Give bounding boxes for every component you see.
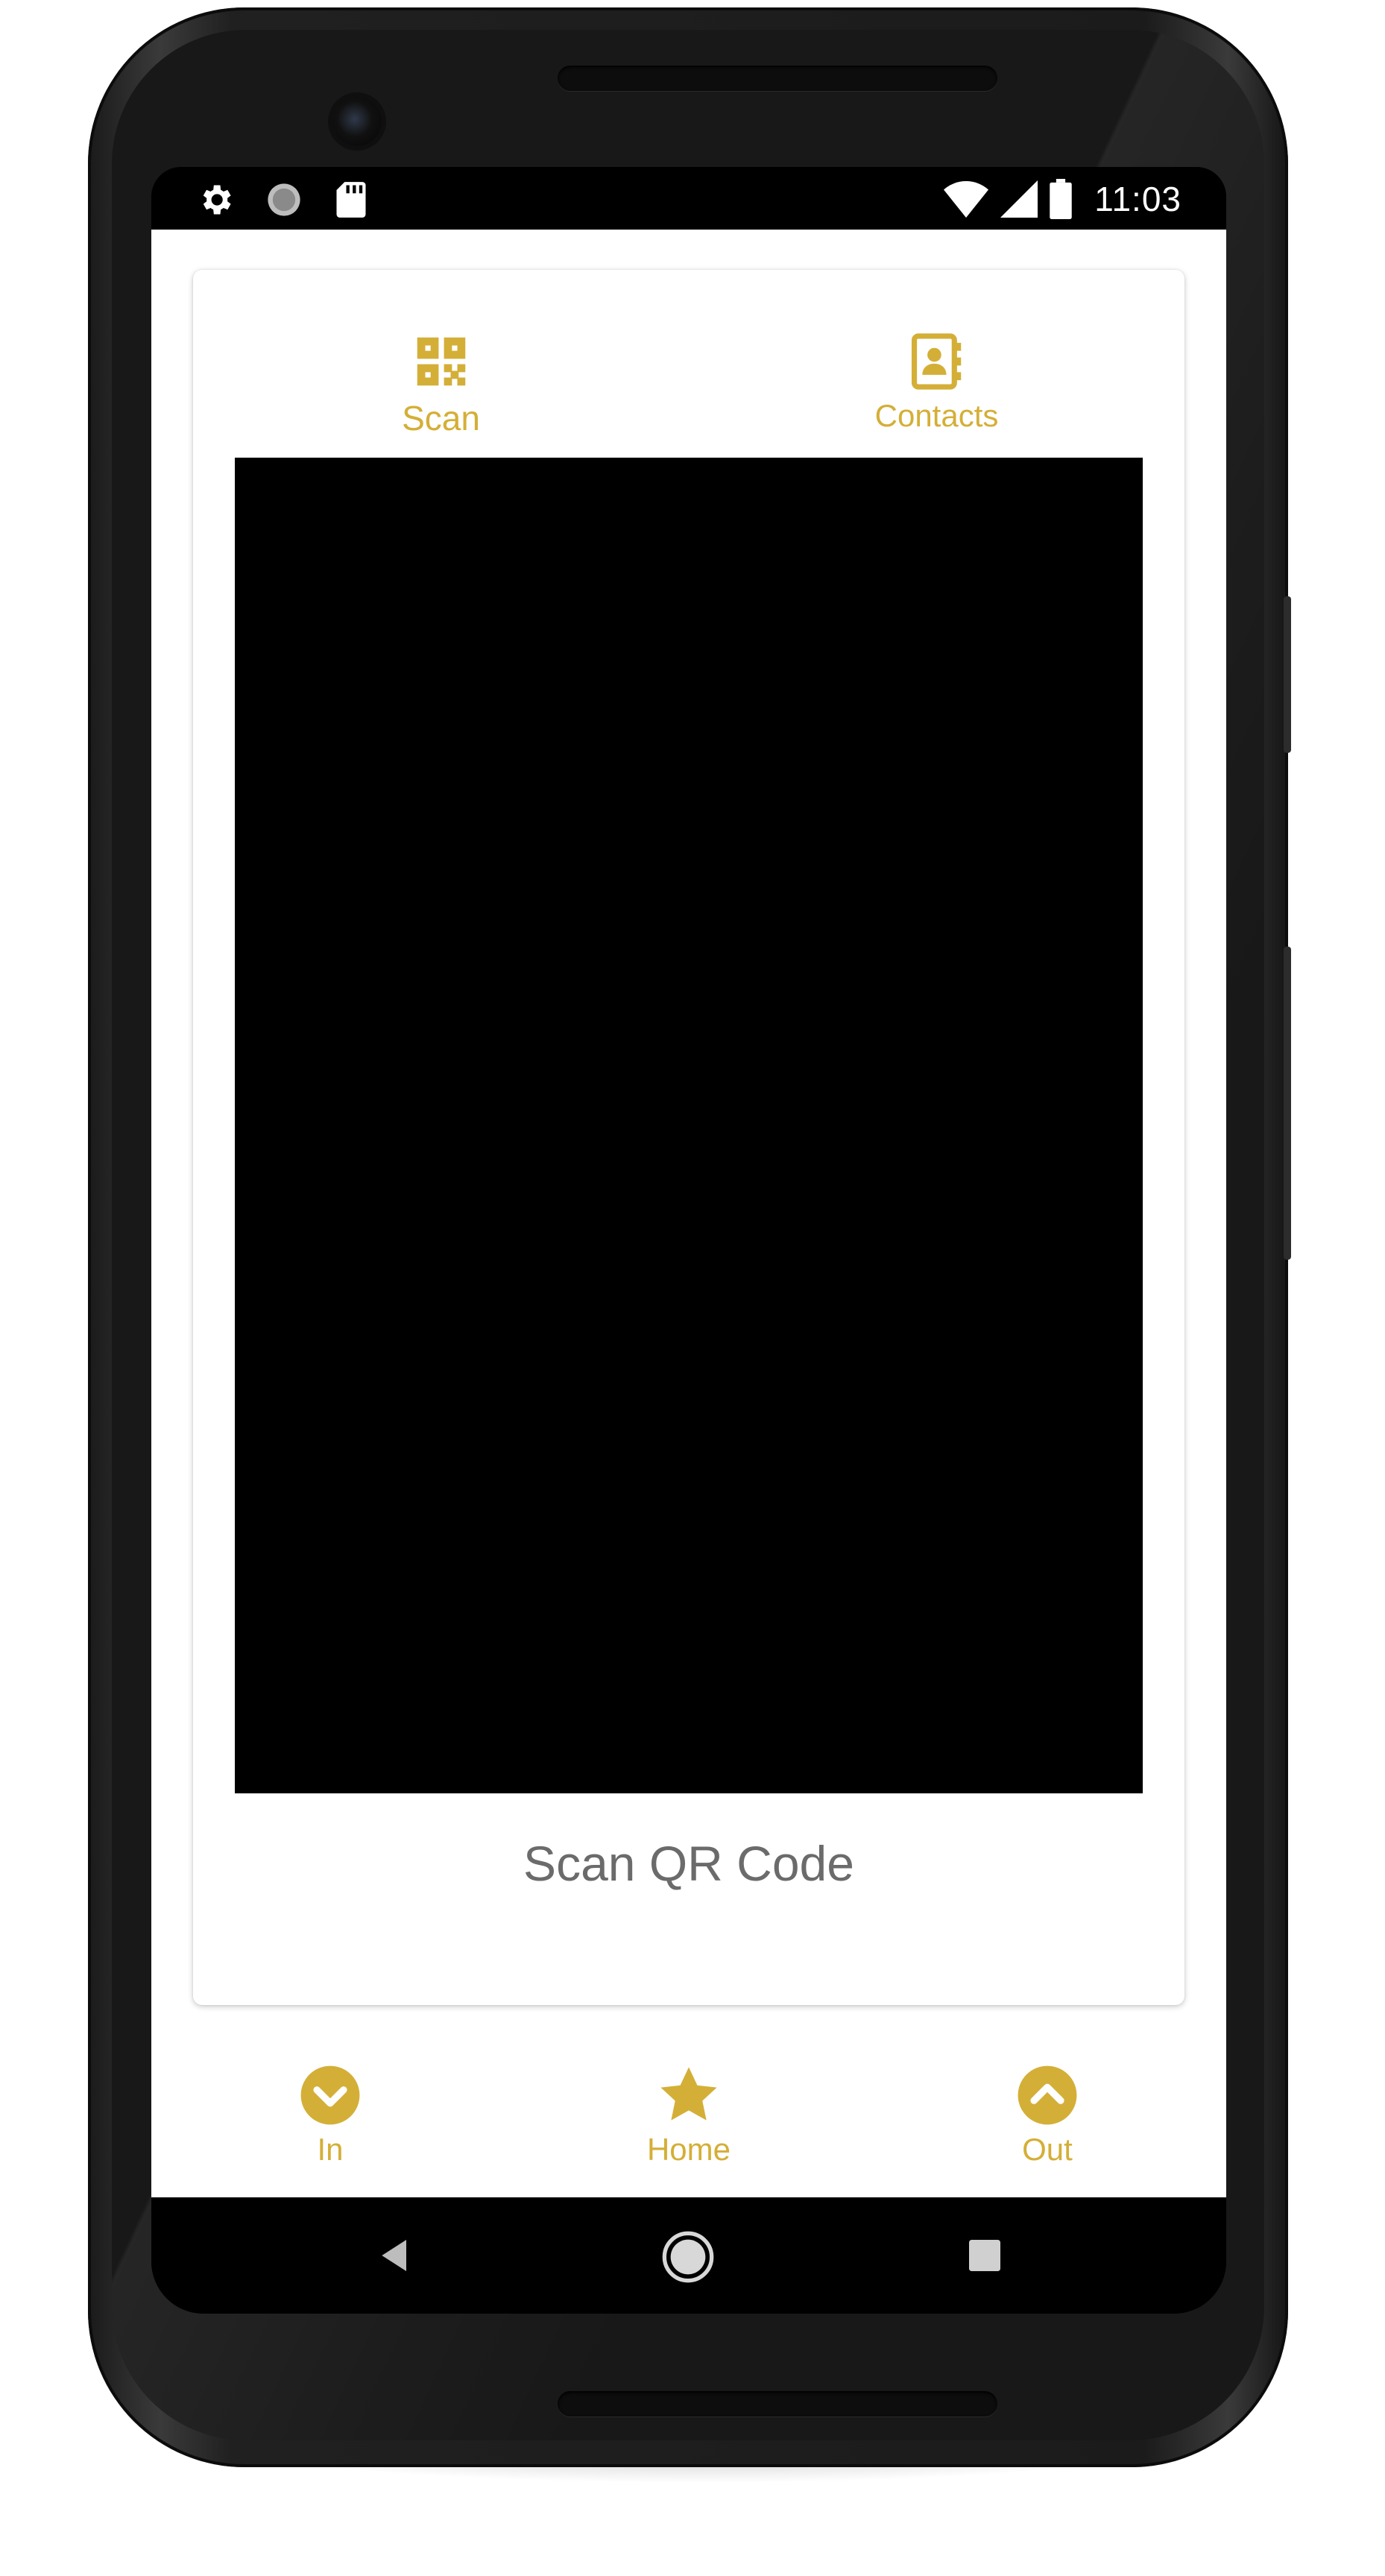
app-content: Scan Contacts Scan QR Code In Home Out bbox=[151, 230, 1226, 2197]
star-icon bbox=[660, 2067, 717, 2121]
nav-out-label: Out bbox=[1022, 2132, 1073, 2167]
tab-scan[interactable]: Scan bbox=[193, 270, 689, 458]
status-time: 11:03 bbox=[1094, 180, 1181, 218]
back-icon[interactable] bbox=[375, 2235, 417, 2276]
battery-icon bbox=[1050, 179, 1073, 219]
bottom-navigation: In Home Out bbox=[151, 2044, 1226, 2197]
power-button bbox=[1284, 596, 1291, 753]
front-camera bbox=[332, 97, 382, 146]
nav-out[interactable]: Out bbox=[868, 2044, 1226, 2197]
scanner-card: Scan Contacts Scan QR Code bbox=[193, 270, 1184, 2005]
volume-button bbox=[1284, 947, 1291, 1260]
status-bar: 11:03 bbox=[151, 167, 1226, 230]
signal-icon bbox=[1000, 180, 1038, 218]
settings-icon bbox=[203, 185, 231, 215]
qr-code-icon bbox=[417, 337, 465, 386]
contact-book-icon bbox=[911, 333, 961, 390]
bottom-speaker bbox=[558, 2391, 997, 2416]
home-circle-icon[interactable] bbox=[658, 2227, 718, 2287]
screen: 11:03 Scan Contacts Scan QR Code In Home… bbox=[151, 167, 1226, 2314]
chevron-down-circle-icon bbox=[300, 2065, 360, 2125]
system-navigation-bar bbox=[151, 2197, 1226, 2314]
sd-card-icon bbox=[336, 182, 366, 218]
recents-icon[interactable] bbox=[964, 2235, 1006, 2276]
wifi-icon bbox=[944, 181, 989, 218]
sync-circle-icon bbox=[268, 183, 300, 216]
nav-in-label: In bbox=[317, 2132, 344, 2167]
tab-contacts-label: Contacts bbox=[874, 398, 999, 433]
scan-caption: Scan QR Code bbox=[523, 1836, 854, 1891]
nav-home-label: Home bbox=[646, 2132, 731, 2167]
top-tab-bar: Scan Contacts bbox=[193, 270, 1184, 458]
earpiece-speaker bbox=[558, 66, 997, 91]
tab-contacts[interactable]: Contacts bbox=[689, 270, 1184, 458]
camera-preview[interactable] bbox=[235, 458, 1143, 1793]
chevron-up-circle-icon bbox=[1018, 2065, 1077, 2125]
nav-in[interactable]: In bbox=[151, 2044, 509, 2197]
nav-home[interactable]: Home bbox=[510, 2044, 868, 2197]
tab-scan-label: Scan bbox=[402, 399, 480, 438]
